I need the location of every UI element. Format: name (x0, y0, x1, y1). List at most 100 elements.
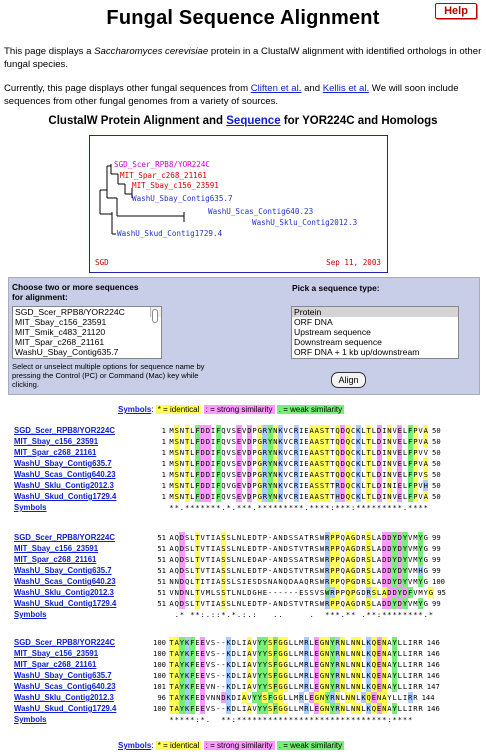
sequence-name-link[interactable]: SGD_Scer_RPB8/YOR224C (14, 425, 115, 436)
type-option[interactable]: ORF DNA + 1 kb up/downstream (292, 347, 458, 357)
sequence-name-link[interactable]: MIT_Sbay_c156_23591 (14, 543, 98, 554)
alignment-row: WashU_Skud_Contig1729.4 1 MSNTLFDDIFQVSEVD… (0, 491, 486, 502)
sequence-end: 50 (432, 481, 441, 490)
symbols-link[interactable]: Symbols (118, 405, 151, 414)
type-option[interactable]: ORF DNA (292, 317, 458, 327)
sequence-name-link[interactable]: WashU_Sklu_Contig2012.3 (14, 480, 114, 491)
sequence-start: 100 (153, 649, 166, 658)
sequence-residues: AQDSLTVTIASSLNLEDTP-ANDSTVTRSWRPPQAGDRSL… (169, 565, 428, 576)
sequence-end: 100 (432, 577, 445, 586)
sequence-link[interactable]: Sequence (226, 115, 280, 127)
sequence-name-link[interactable]: WashU_Sklu_Contig2012.3 (14, 587, 114, 598)
sequence-name-link[interactable]: MIT_Spar_c268_21161 (14, 554, 96, 565)
sequence-start: 51 (157, 555, 166, 564)
alignment-row: WashU_Skud_Contig1729.4 100 TAYKFEEVS--KDL… (0, 703, 486, 714)
sequence-name-link[interactable]: WashU_Scas_Contig640.23 (14, 469, 116, 480)
sequence-name-link[interactable]: WashU_Skud_Contig1729.4 (14, 491, 116, 502)
legend-weak: . = weak similarity (276, 741, 345, 750)
alignment-row: WashU_Scas_Contig640.23 51 NNDQLTITIASSLSI… (0, 576, 486, 587)
sequence-residues: AQDSLTVTIASSLNLEDAP-ANDSSATRSWRPPQAGDRSL… (169, 554, 428, 565)
alignment-row: WashU_Skud_Contig1729.4 51 AQDSLTVTIASSLNL… (0, 598, 486, 609)
sequence-start: 51 (157, 533, 166, 542)
sequence-name-link[interactable]: SGD_Scer_RPB8/YOR224C (14, 637, 115, 648)
selection-note: Select or unselect multiple options for … (12, 362, 205, 390)
alignment-row: MIT_Spar_c268_21161 100 TAYKFEEVS--KDLIAVY… (0, 659, 486, 670)
symbols-legend-bottom: Symbols: * = identical : = strong simila… (118, 741, 345, 750)
heading-text: ClustalW Protein Alignment and (48, 115, 227, 127)
sequence-residues: MSNTLFDDIFQVGEVDPGRYNKVCRIEASSTTRDQCKLTL… (169, 480, 429, 491)
conservation-symbols: *****:*. **:****************************… (169, 715, 413, 724)
conservation-symbols: **.*******.*.***.*********.****:***:****… (169, 503, 428, 512)
sequence-option[interactable]: MIT_Spar_c268_21161 (13, 337, 161, 347)
sequence-residues: AQDSLTVTIASSLNLEDTP-ANDSTVTRSWRPPQAGDRSL… (169, 543, 428, 554)
sequence-name-link[interactable]: WashU_Sklu_Contig2012.3 (14, 692, 114, 703)
sequence-end: 144 (421, 693, 435, 702)
sequence-name-link[interactable]: WashU_Scas_Contig640.23 (14, 576, 116, 587)
tree-label: WashU_Skud_Contig1729.4 (117, 229, 223, 238)
sequence-name-link[interactable]: SGD_Scer_RPB8/YOR224C (14, 532, 115, 543)
sequence-residues: NNDQLTITIASSLSIESDSNANQDAAQRSWRPPQPGDRSL… (169, 576, 428, 587)
type-option[interactable]: Downstream sequence (292, 337, 458, 347)
species-name: Saccharomyces cerevisiae (94, 46, 209, 57)
sequence-residues: MSNTLFDDIFQVSEVDPGRYNKVCRIEAASTTQDQCKLTL… (169, 447, 428, 458)
option-label: WashU_Sbay_Contig635.7 (15, 347, 119, 357)
sequence-start: 96 (157, 693, 166, 702)
sequence-start: 100 (153, 660, 166, 669)
alignment-row: MIT_Sbay_c156_23591 100 TAYKFEEVS--KDLIAVY… (0, 648, 486, 659)
sequence-end: 146 (426, 660, 440, 669)
tree-label: WashU_Scas_Contig640.23 (208, 207, 314, 216)
sequence-name-link[interactable]: WashU_Skud_Contig1729.4 (14, 598, 116, 609)
sequence-name-link[interactable]: MIT_Sbay_c156_23591 (14, 648, 98, 659)
alignment-row: WashU_Scas_Contig640.23 101 TAYKFEEVN--KDL… (0, 681, 486, 692)
legend-weak: . = weak similarity (276, 405, 345, 414)
sequence-end: 147 (426, 682, 440, 691)
option-label: Downstream sequence (294, 337, 382, 347)
alignment-row: MIT_Sbay_c156_23591 1 MSNTLFDDIFQVSEVDPGRY… (0, 436, 486, 447)
sequence-start: 51 (157, 588, 166, 597)
sequence-name-link[interactable]: MIT_Sbay_c156_23591 (14, 436, 98, 447)
legend-identical: * = identical (155, 405, 202, 414)
option-label: Protein (294, 307, 322, 317)
sequence-name-link[interactable]: WashU_Sbay_Contig635.7 (14, 458, 112, 469)
sequence-option[interactable]: MIT_Sbay_c156_23591 (13, 317, 161, 327)
symbols-row: Symbols .* **:.::*.*.:.: .. . ***.** .**… (0, 609, 486, 620)
listbox-scrollbar[interactable] (150, 307, 161, 323)
sequence-name-link[interactable]: MIT_Spar_c268_21161 (14, 447, 96, 458)
alignment-row: WashU_Scas_Contig640.23 1 MSNTLFDDIFQVSEVD… (0, 469, 486, 480)
sequence-name-link[interactable]: WashU_Skud_Contig1729.4 (14, 703, 116, 714)
tree-label: WashU_Sklu_Contig2012.3 (252, 218, 358, 227)
sequence-option[interactable]: WashU_Sbay_Contig635.7 (13, 347, 161, 357)
heading-text: for YOR224C and Homologs (280, 115, 438, 127)
sequence-name-link[interactable]: MIT_Spar_c268_21161 (14, 659, 96, 670)
sequence-name-link[interactable]: WashU_Scas_Contig640.23 (14, 681, 116, 692)
sequence-option[interactable]: MIT_Smik_c483_21120 (13, 327, 161, 337)
help-button[interactable]: Help (435, 3, 477, 19)
symbols-row-link[interactable]: Symbols (14, 714, 47, 725)
symbols-link[interactable]: Symbols (118, 741, 151, 750)
sequence-start: 1 (161, 470, 166, 479)
symbols-row-link[interactable]: Symbols (14, 609, 47, 620)
legend-identical: * = identical (155, 741, 202, 750)
symbols-row-link[interactable]: Symbols (14, 502, 47, 513)
cliften-link[interactable]: Cliften et al. (251, 83, 302, 94)
align-button[interactable]: Align (331, 372, 366, 388)
sequence-end: 146 (426, 649, 440, 658)
sequence-residues: VNDNLTVMLSSTLNLDGHE------ESSVSWRPPQPGDRS… (169, 587, 434, 598)
symbols-row: Symbols **.*******.*.***.*********.****:*… (0, 502, 486, 513)
sequence-end: 99 (432, 566, 441, 575)
option-label: MIT_Spar_c268_21161 (15, 337, 105, 347)
type-option[interactable]: Upstream sequence (292, 327, 458, 337)
type-option[interactable]: Protein (292, 307, 458, 317)
sequence-name-link[interactable]: WashU_Sbay_Contig635.7 (14, 670, 112, 681)
kellis-link[interactable]: Kellis et al. (323, 83, 369, 94)
sequence-end: 50 (432, 492, 441, 501)
alignment-row: WashU_Sklu_Contig2012.3 51 VNDNLTVMLSSTLNL… (0, 587, 486, 598)
option-label: Upstream sequence (294, 327, 371, 337)
sequence-select[interactable]: SGD_Scer_RPB8/YOR224C MIT_Sbay_c156_2359… (12, 306, 162, 359)
sequence-option[interactable]: SGD_Scer_RPB8/YOR224C (13, 307, 161, 317)
scroll-thumb[interactable] (152, 309, 158, 323)
sequence-type-select[interactable]: Protein ORF DNA Upstream sequence Downst… (291, 306, 459, 359)
sequence-start: 100 (153, 704, 166, 713)
sequence-name-link[interactable]: WashU_Sbay_Contig635.7 (14, 565, 112, 576)
legend-strong: : = strong similarity (203, 405, 275, 414)
